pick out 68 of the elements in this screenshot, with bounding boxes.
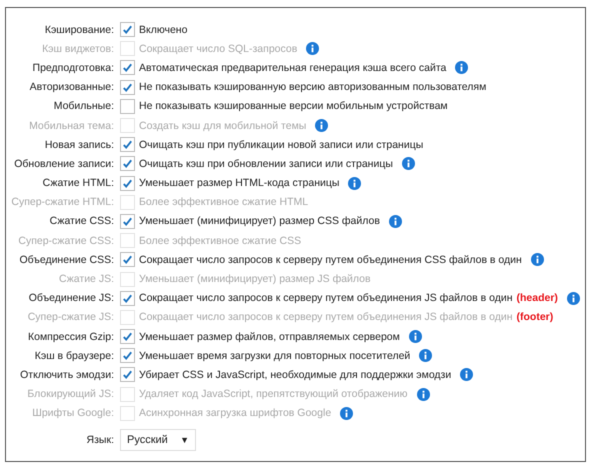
setting-label: Супер-сжатие CSS: — [17, 234, 114, 247]
setting-description: Сокращает число SQL-запросов — [139, 42, 298, 55]
info-icon[interactable] — [460, 368, 474, 382]
info-icon[interactable] — [388, 214, 402, 228]
note-text: (header) — [516, 292, 558, 304]
setting-description: Уменьшает размер HTML-кода страницы — [139, 177, 340, 190]
info-icon[interactable] — [348, 176, 362, 190]
setting-description: Не показывать кэшированную версию авторизованным пользователям — [139, 81, 486, 94]
setting-description: Очищать кэш при публикации новой записи или страницы — [139, 138, 424, 151]
setting-description: Уменьшает (минифицирует) размер CSS файлов — [139, 215, 380, 228]
setting-label: Шрифты Google: — [31, 407, 114, 420]
setting-description: Убирает CSS и JavaScript, необходимые для поддержки эмодзи — [139, 368, 452, 381]
setting-description: Очищать кэш при обновлении записи или страницы — [139, 158, 393, 170]
setting-description: Автоматическая предварительная генерация кэша всего сайта — [139, 62, 446, 74]
checkbox[interactable] — [120, 80, 135, 95]
setting-description: Более эффективное сжатие CSS — [139, 234, 302, 247]
checkbox[interactable] — [120, 60, 135, 76]
setting-label: Сжатие HTML: — [42, 177, 114, 190]
info-icon[interactable] — [566, 292, 580, 305]
setting-description: Уменьшает размер файлов, отправляемых сервером — [139, 330, 400, 343]
setting-label: Авторизованные: — [28, 81, 114, 94]
setting-label: Супер-сжатие HTML: — [10, 196, 114, 208]
setting-label: Кэш в браузере: — [34, 350, 114, 362]
info-icon[interactable] — [402, 157, 415, 170]
setting-description: Более эффективное сжатие HTML — [139, 196, 308, 208]
setting-label: Язык: — [86, 434, 114, 446]
checkbox[interactable] — [120, 98, 135, 114]
setting-label: Кэширование: — [44, 24, 114, 36]
language-select[interactable]: Русский ▼ — [120, 428, 196, 451]
setting-description: Сокращает число запросов к серверу путем объединения CSS файлов в один — [139, 254, 522, 266]
info-icon[interactable] — [408, 330, 422, 344]
setting-description: Создать кэш для мобильной темы — [139, 120, 306, 132]
setting-label: Сжатие CSS: — [48, 215, 114, 228]
setting-label: Отключить эмодзи: — [19, 368, 114, 381]
checkbox[interactable] — [120, 156, 135, 172]
setting-description: Уменьшает (минифицирует) размер JS файлов — [139, 273, 371, 286]
setting-description: Сокращает число запросов к серверу путем объединения JS файлов в один — [139, 292, 512, 304]
setting-label: Предподготовка: — [32, 62, 114, 74]
checkbox[interactable] — [120, 329, 135, 344]
setting-label: Кэш виджетов: — [41, 42, 114, 55]
checkbox[interactable] — [120, 22, 135, 38]
checkbox[interactable] — [120, 137, 135, 152]
setting-description: Не показывать кэшированные версии мобильным устройствам — [139, 100, 448, 112]
setting-label: Объединение CSS: — [18, 254, 114, 266]
setting-label: Обновление записи: — [13, 158, 114, 170]
info-icon[interactable] — [455, 61, 468, 74]
checkbox[interactable] — [120, 176, 135, 191]
setting-label: Сжатие JS: — [58, 273, 114, 286]
checkbox[interactable] — [120, 367, 135, 382]
setting-description: Включено — [139, 24, 188, 36]
note-text: (footer) — [516, 311, 554, 324]
setting-description: Асинхронная загрузка шрифтов Google — [139, 407, 332, 420]
info-icon[interactable] — [419, 349, 432, 362]
setting-label: Мобильные: — [52, 100, 114, 112]
setting-label: Блокирующий JS: — [26, 388, 114, 400]
checkbox[interactable] — [120, 214, 135, 229]
setting-description: Уменьшает время загрузки для повторных посетителей — [139, 350, 410, 362]
setting-label: Мобильная тема: — [28, 120, 114, 132]
setting-description: Сокращает число запросов к серверу путем объединения JS файлов в один — [139, 311, 512, 324]
info-icon[interactable] — [530, 253, 544, 266]
checkbox[interactable] — [120, 290, 135, 306]
setting-label: Объединение JS: — [28, 292, 114, 304]
checkbox[interactable] — [120, 252, 135, 268]
checkbox[interactable] — [120, 348, 135, 364]
setting-label: Новая запись: — [44, 138, 114, 151]
setting-description: Удаляет код JavaScript, препятствующий отображению — [139, 388, 408, 400]
setting-label: Компрессия Gzip: — [26, 330, 114, 343]
setting-label: Супер-сжатие JS: — [26, 311, 114, 324]
